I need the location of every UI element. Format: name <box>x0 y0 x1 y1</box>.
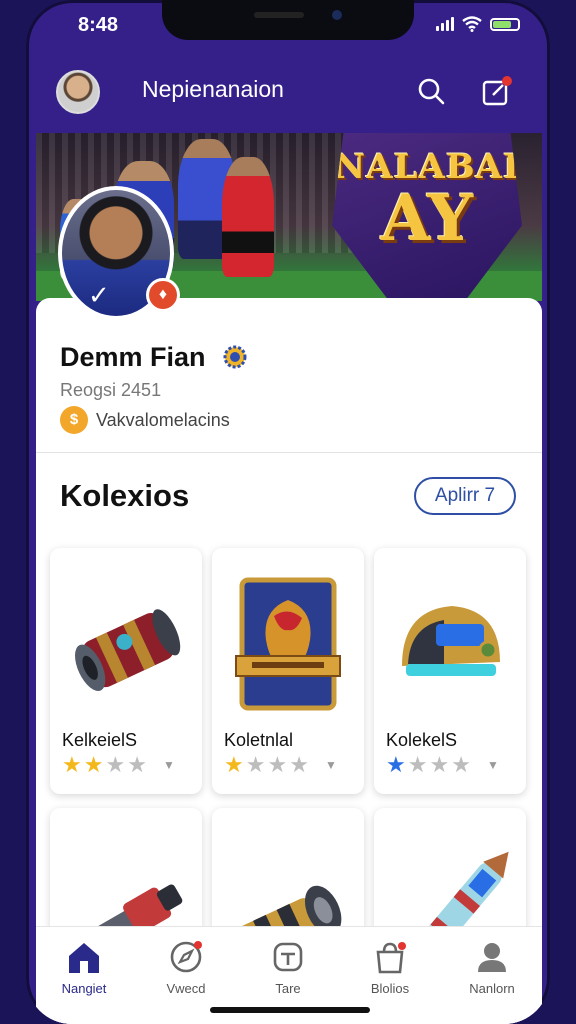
bag-icon <box>376 942 406 974</box>
user-name: Demm Fian <box>60 342 206 372</box>
status-time: 8:48 <box>78 14 119 36</box>
camera-notch <box>162 0 414 40</box>
coin-icon: $ <box>60 406 88 434</box>
status-icons <box>436 16 520 32</box>
chevron-down-icon[interactable]: ▼ <box>163 758 175 772</box>
cellular-signal-icon <box>436 17 454 31</box>
user-subtitle: Reogsi 2451 <box>60 380 162 400</box>
person-icon <box>478 943 506 972</box>
wifi-icon <box>462 16 482 32</box>
search-button[interactable] <box>414 74 448 108</box>
star-icon: ★ <box>407 752 428 777</box>
verified-badge-icon <box>223 345 247 369</box>
card-name: Koletnlal <box>224 730 294 750</box>
user-tag-label: Vakvalomelacins <box>96 409 230 430</box>
nav-item-store[interactable]: Tare <box>248 937 328 996</box>
edit-icon <box>482 76 512 106</box>
nav-item-profile[interactable]: Nanlorn <box>452 937 532 996</box>
profile-sheet: Demm Fian Reogsi 2451 $ Vakvalomelacins … <box>36 298 542 1024</box>
divider <box>36 452 542 453</box>
star-icon: ★ <box>386 752 406 777</box>
tag-icon <box>273 942 303 972</box>
search-icon <box>418 78 445 105</box>
star-icon: ★ <box>127 752 147 777</box>
game-logo-line2: AY <box>380 181 474 256</box>
helmet-artifact-icon <box>402 606 500 676</box>
star-icon: ★ <box>105 752 126 777</box>
user-avatar[interactable] <box>56 70 100 114</box>
nav-item-home[interactable]: Nangiet <box>44 937 124 996</box>
nav-label: Vwecd <box>166 981 206 996</box>
cylinder-artifact-icon <box>75 609 181 692</box>
chevron-down-icon[interactable]: ▼ <box>325 758 337 772</box>
app-header: Nepienanaion <box>26 64 550 120</box>
battery-icon <box>490 17 520 31</box>
app-title: Nepienanaion <box>142 76 284 102</box>
star-icon: ★ <box>289 752 309 777</box>
home-indicator[interactable] <box>210 1007 370 1013</box>
star-icon: ★ <box>245 752 266 777</box>
chevron-down-icon[interactable]: ▼ <box>487 758 499 772</box>
star-rating: ★ ★ ★ ★ ▼ <box>224 754 337 776</box>
user-tag: $ Vakvalomelacins <box>60 406 230 434</box>
card-name: KelkeielS <box>62 730 138 750</box>
bottom-navigation: Nangiet Vwecd Tare Blolios Nanlorn <box>36 926 542 1024</box>
nav-item-bag[interactable]: Blolios <box>350 937 430 996</box>
nav-label: Nanlorn <box>469 981 515 996</box>
star-icon: ★ <box>62 752 82 777</box>
collection-action-button[interactable]: Aplirr 7 <box>414 477 516 515</box>
star-icon: ★ <box>429 752 450 777</box>
profile-badge-icon[interactable]: ♦ <box>146 278 180 312</box>
star-icon: ★ <box>224 752 244 777</box>
star-icon: ★ <box>451 752 471 777</box>
collection-card[interactable]: KelkeielS ★ ★ ★ ★ ▼ <box>50 548 202 794</box>
compose-button[interactable] <box>480 74 514 108</box>
collection-card[interactable]: KolekelS ★ ★ ★ ★ ▼ <box>374 548 526 794</box>
home-icon <box>69 943 99 973</box>
nav-label: Nangiet <box>61 981 107 996</box>
crest-shield-icon <box>235 577 341 711</box>
nav-item-explore[interactable]: Vwecd <box>146 937 226 996</box>
compass-icon <box>170 941 202 973</box>
star-icon: ★ <box>83 752 104 777</box>
star-rating: ★ ★ ★ ★ ▼ <box>386 754 499 776</box>
nav-label: Tare <box>275 981 301 996</box>
nav-label: Blolios <box>370 981 410 996</box>
swoosh-logo-icon: ✓ <box>88 280 110 310</box>
card-name: KolekelS <box>386 730 458 750</box>
star-rating: ★ ★ ★ ★ ▼ <box>62 754 175 776</box>
collection-card[interactable]: Koletnlal ★ ★ ★ ★ ▼ <box>212 548 364 794</box>
collection-title: Kolexios <box>60 478 190 513</box>
star-icon: ★ <box>267 752 288 777</box>
phone-screen: 8:48 Nepienanaion NALABAI AY Demm Fian R… <box>26 0 550 1024</box>
